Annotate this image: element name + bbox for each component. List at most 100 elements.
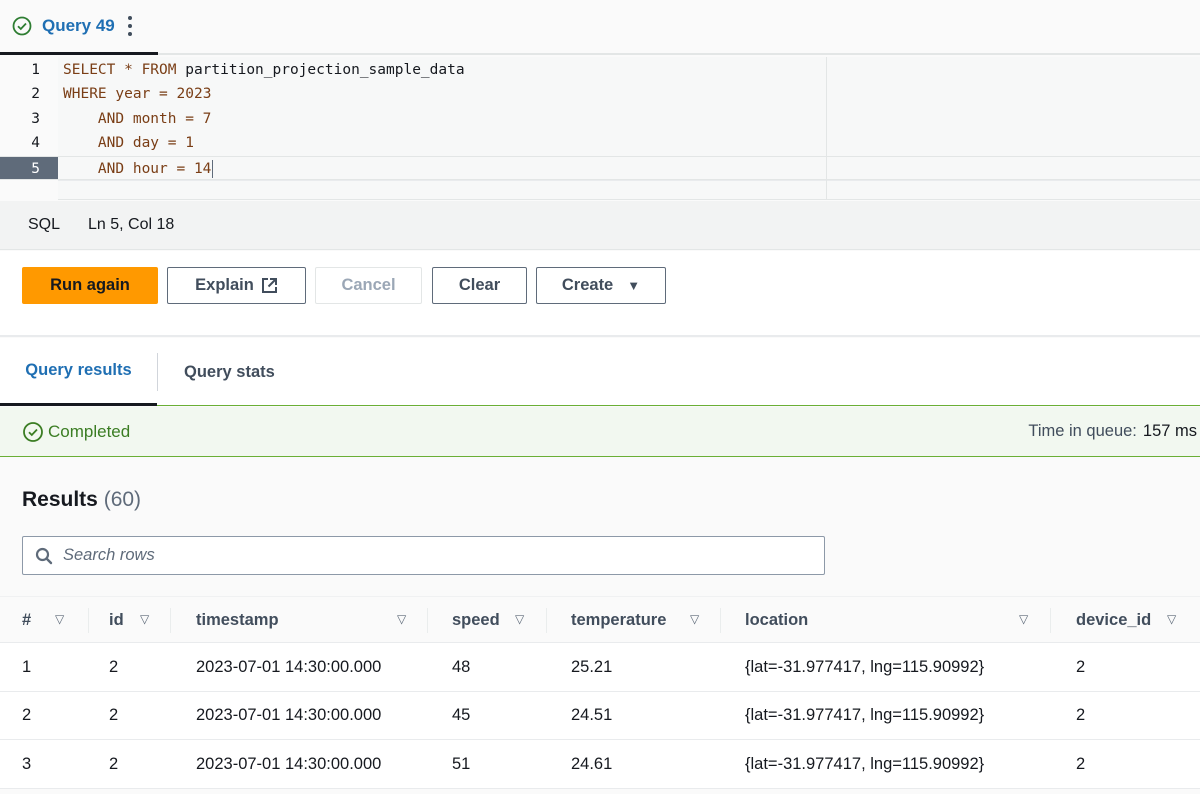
- line-number: 3: [31, 110, 40, 127]
- queue-value: 157 ms: [1142, 422, 1197, 440]
- column-resize-handle[interactable]: [546, 608, 547, 633]
- code-text: AND month = 7: [63, 107, 212, 132]
- search-rows-input[interactable]: [63, 546, 803, 565]
- table-header: # ▽ id ▽ timestamp ▽ speed ▽ temperature ▽ locatio…: [0, 596, 1200, 643]
- column-resize-handle[interactable]: [1050, 608, 1051, 633]
- sort-icon[interactable]: ▽: [397, 612, 406, 626]
- run-again-label: Run again: [50, 276, 130, 294]
- column-header[interactable]: id ▽: [0, 597, 1200, 644]
- table-cell-location: {lat=-31.977417, lng=115.90992}: [745, 754, 985, 773]
- column-header-label[interactable]: id: [109, 611, 124, 630]
- sort-icon[interactable]: ▽: [1167, 612, 1176, 626]
- editor-line[interactable]: 2 WHERE year = 2023: [0, 82, 1200, 107]
- table-cell-row-number: 3: [22, 754, 32, 773]
- editor-status-bar: SQL Ln 5, Col 18: [0, 201, 1200, 250]
- editor-divider: [826, 57, 827, 200]
- table-cell-location: {lat=-31.977417, lng=115.90992}: [745, 657, 985, 676]
- sort-icon[interactable]: ▽: [515, 612, 524, 626]
- table-cell-speed: 51: [452, 754, 471, 773]
- sort-icon[interactable]: ▽: [690, 612, 699, 626]
- editor-line[interactable]: 1 SELECT * FROM partition_projection_samp…: [0, 58, 1200, 83]
- column-header[interactable]: device_id ▽: [0, 597, 1200, 644]
- sort-icon[interactable]: ▽: [1019, 612, 1028, 626]
- tab-query-results-label: Query results: [25, 361, 132, 379]
- column-header[interactable]: temperature ▽: [0, 597, 1200, 644]
- completed-status: Completed: [22, 421, 130, 443]
- query-tab-title: Query 49: [42, 16, 115, 35]
- column-header[interactable]: # ▽: [0, 597, 1200, 644]
- cancel-label: Cancel: [341, 276, 396, 294]
- code-token: SELECT * FROM: [63, 61, 186, 78]
- code-text: AND day = 1: [63, 131, 194, 156]
- tab-query-stats[interactable]: Query stats: [158, 338, 275, 406]
- table-cell-row-number: 1: [22, 657, 32, 676]
- sql-editor[interactable]: 1 SELECT * FROM partition_projection_samp…: [0, 57, 1200, 200]
- sort-icon[interactable]: ▽: [55, 612, 64, 626]
- editor-empty-row: [58, 180, 1200, 200]
- cancel-button[interactable]: Cancel: [315, 267, 422, 304]
- table-row[interactable]: 2 2 2023-07-01 14:30:00.000 45 24.51 {lat=-31…: [0, 691, 1200, 740]
- column-resize-handle[interactable]: [720, 608, 721, 633]
- query-tab[interactable]: Query 49: [0, 0, 158, 55]
- table-cell-temperature: 25.21: [571, 657, 613, 676]
- table-cell-device_id: 2: [1076, 706, 1086, 724]
- column-header[interactable]: speed ▽: [0, 597, 1200, 644]
- table-cell-timestamp: 2023-07-01 14:30:00.000: [196, 657, 382, 676]
- column-header[interactable]: timestamp ▽: [0, 597, 1200, 644]
- table-cell-id: 2: [109, 754, 119, 773]
- table-cell-timestamp: 2023-07-01 14:30:00.000: [196, 706, 382, 724]
- external-link-icon: [261, 278, 277, 293]
- code-token: partition_projection_sample_data: [185, 61, 465, 78]
- column-resize-handle[interactable]: [427, 608, 428, 633]
- status-text: Completed: [48, 421, 131, 441]
- run-again-button[interactable]: Run again: [22, 267, 158, 304]
- explain-label: Explain: [195, 276, 254, 294]
- table-row[interactable]: 1 2 2023-07-01 14:30:00.000 48 25.21 {lat=-31…: [0, 643, 1200, 692]
- table-row[interactable]: 3 2 2023-07-01 14:30:00.000 51 24.61 {lat=-31…: [0, 740, 1200, 789]
- column-header-label[interactable]: location: [745, 611, 808, 630]
- column-header-label[interactable]: timestamp: [196, 611, 279, 630]
- check-circle-icon: [23, 421, 43, 442]
- table-cell-device_id: 2: [1076, 657, 1086, 676]
- results-tabs: Query results Query stats: [0, 338, 1200, 406]
- cursor-position: Ln 5, Col 18: [88, 216, 175, 233]
- create-dropdown-button[interactable]: Create ▼: [536, 267, 666, 304]
- search-box: [22, 536, 825, 575]
- table-cell-device_id: 2: [1076, 754, 1086, 773]
- sort-icon[interactable]: ▽: [140, 612, 149, 626]
- code-token: AND hour = 14: [63, 160, 212, 177]
- tab-query-results[interactable]: Query results: [0, 338, 157, 406]
- code-token: AND month = 7: [63, 110, 212, 127]
- explain-button[interactable]: Explain: [167, 267, 306, 304]
- code-token: WHERE: [63, 86, 116, 103]
- kebab-menu-icon[interactable]: [127, 16, 133, 36]
- language-label: SQL: [28, 216, 61, 233]
- query-tab-bar: Query 49: [0, 0, 1200, 55]
- check-circle-icon: [12, 16, 32, 36]
- column-header-label[interactable]: temperature: [571, 611, 666, 630]
- code-token: year =: [115, 86, 177, 103]
- table-body: 1 2 2023-07-01 14:30:00.000 48 25.21 {lat=-31…: [0, 643, 1200, 789]
- editor-line[interactable]: 5 AND hour = 14: [0, 155, 1200, 181]
- column-header-label[interactable]: device_id: [1076, 611, 1151, 630]
- table-cell-speed: 45: [452, 706, 471, 724]
- tab-query-stats-label: Query stats: [184, 362, 275, 381]
- table-cell-row-number: 2: [22, 706, 32, 724]
- editor-line[interactable]: 4 AND day = 1: [0, 131, 1200, 156]
- table-cell-temperature: 24.61: [571, 754, 613, 773]
- table-cell-temperature: 24.51: [571, 706, 613, 724]
- code-text: SELECT * FROM partition_projection_sampl…: [63, 58, 465, 83]
- column-header-label[interactable]: #: [22, 611, 31, 630]
- results-heading: Results (60): [22, 488, 141, 512]
- line-number: 5: [0, 156, 58, 180]
- column-resize-handle[interactable]: [170, 608, 171, 633]
- line-number: 2: [31, 86, 40, 103]
- table-cell-location: {lat=-31.977417, lng=115.90992}: [745, 706, 985, 724]
- clear-button[interactable]: Clear: [432, 267, 527, 304]
- line-number: 1: [31, 61, 40, 78]
- column-resize-handle[interactable]: [88, 608, 89, 633]
- editor-line[interactable]: 3 AND month = 7: [0, 107, 1200, 132]
- column-header[interactable]: location ▽: [0, 597, 1200, 644]
- column-header-label[interactable]: speed: [452, 611, 500, 630]
- action-bar: Run again Explain Cancel Clear Create ▼: [0, 251, 1200, 337]
